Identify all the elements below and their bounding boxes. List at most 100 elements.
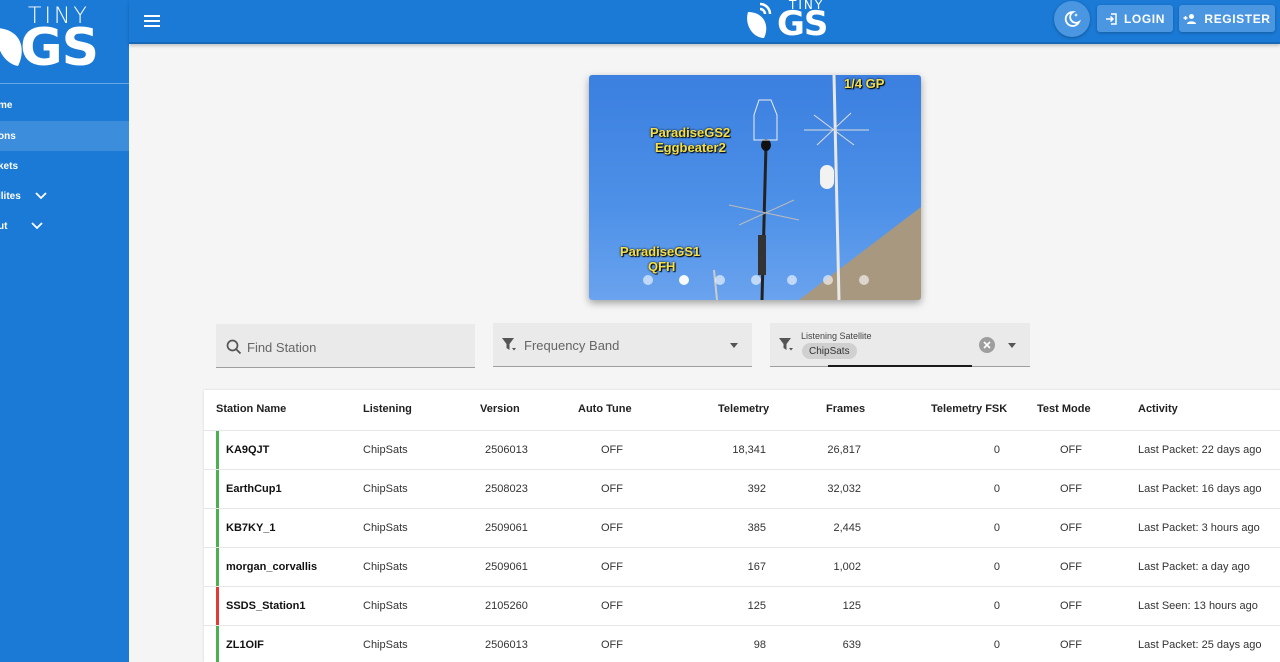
activity-cell: Last Packet: 3 hours ago — [1138, 522, 1260, 534]
search-input[interactable]: Find Station — [216, 324, 475, 368]
add-user-icon — [1183, 13, 1197, 24]
theme-toggle-button[interactable] — [1054, 1, 1090, 37]
status-indicator — [216, 548, 219, 587]
table-row[interactable]: morgan_corvallis ChipSats 2509061 OFF 16… — [204, 547, 1280, 587]
search-icon — [226, 339, 242, 355]
telemetry-fsk-cell: 0 — [993, 639, 1000, 651]
table-row[interactable]: KA9QJT ChipSats 2506013 OFF 18,341 26,81… — [204, 430, 1280, 470]
sidebar-logo[interactable]: TINY GS — [0, 0, 129, 84]
frames-cell: 1,002 — [833, 561, 861, 573]
activity-cell: Last Seen: 13 hours ago — [1138, 600, 1258, 612]
sidebar-item-satellites[interactable]: llites — [0, 181, 129, 211]
test-mode-cell: OFF — [1060, 561, 1082, 573]
column-header-auto-tune[interactable]: Auto Tune — [578, 403, 632, 415]
activity-cell: Last Packet: 25 days ago — [1138, 639, 1262, 651]
station-image-carousel[interactable]: 1/4 GP ParadiseGS2 Eggbeater2 ParadiseGS… — [589, 75, 921, 300]
dropdown-caret-icon[interactable] — [730, 343, 738, 348]
login-label: LOGIN — [1124, 11, 1165, 26]
table-row[interactable]: ZL1OIF ChipSats 2506013 OFF 98 639 0 OFF… — [204, 625, 1280, 662]
station-name[interactable]: EarthCup1 — [226, 483, 282, 495]
station-name[interactable]: SSDS_Station1 — [226, 600, 305, 612]
test-mode-cell: OFF — [1060, 639, 1082, 651]
table-row[interactable]: EarthCup1 ChipSats 2508023 OFF 392 32,03… — [204, 469, 1280, 509]
column-header-frames[interactable]: Frames — [826, 403, 865, 415]
sidebar: TINY GS me ons kets llites ut — [0, 0, 129, 662]
version-cell: 2509061 — [485, 522, 528, 534]
frequency-band-select[interactable]: Frequency Band — [493, 323, 752, 367]
column-header-telemetry[interactable]: Telemetry — [718, 403, 769, 415]
listening-satellite-select[interactable]: Listening Satellite ChipSats — [770, 323, 1030, 367]
sidebar-item-about[interactable]: ut — [0, 211, 129, 241]
test-mode-cell: OFF — [1060, 444, 1082, 456]
carousel-dot[interactable] — [751, 275, 761, 285]
status-indicator — [216, 431, 219, 470]
frequency-band-placeholder: Frequency Band — [524, 338, 620, 353]
frames-cell: 2,445 — [833, 522, 861, 534]
activity-cell: Last Packet: 22 days ago — [1138, 444, 1262, 456]
activity-cell: Last Packet: a day ago — [1138, 561, 1250, 573]
sidebar-item-label: kets — [0, 160, 19, 172]
sidebar-item-stations[interactable]: ons — [0, 121, 129, 151]
telemetry-fsk-cell: 0 — [993, 483, 1000, 495]
listening-cell: ChipSats — [363, 600, 408, 612]
focus-underline — [828, 365, 972, 367]
register-button[interactable]: REGISTER — [1179, 5, 1275, 32]
listening-cell: ChipSats — [363, 561, 408, 573]
column-header-test-mode[interactable]: Test Mode — [1037, 403, 1091, 415]
station-name[interactable]: KA9QJT — [226, 444, 269, 456]
antenna-label: ParadiseGS1 — [620, 244, 701, 259]
station-name[interactable]: morgan_corvallis — [226, 561, 317, 573]
login-button[interactable]: LOGIN — [1097, 5, 1173, 32]
sidebar-item-home[interactable]: me — [0, 90, 129, 120]
night-mode-icon — [1064, 11, 1081, 27]
sidebar-brand-gs: GS — [20, 18, 99, 78]
register-label: REGISTER — [1204, 11, 1271, 26]
listening-cell: ChipSats — [363, 444, 408, 456]
listening-satellite-label: Listening Satellite — [801, 331, 872, 341]
clear-selection-button[interactable] — [979, 337, 995, 353]
column-header-listening[interactable]: Listening — [363, 403, 412, 415]
sidebar-item-label: ut — [0, 220, 8, 232]
column-header-version[interactable]: Version — [480, 403, 520, 415]
version-cell: 2506013 — [485, 639, 528, 651]
carousel-dot[interactable] — [859, 275, 869, 285]
status-indicator — [216, 470, 219, 509]
sidebar-item-label: ons — [0, 130, 16, 142]
column-header-activity[interactable]: Activity — [1138, 403, 1178, 415]
status-indicator — [216, 587, 219, 626]
version-cell: 2506013 — [485, 444, 528, 456]
telemetry-cell: 385 — [747, 522, 766, 534]
auto-tune-cell: OFF — [601, 561, 623, 573]
carousel-dot[interactable] — [787, 275, 797, 285]
antenna-photo — [713, 75, 921, 300]
satellite-dish-icon — [747, 2, 772, 38]
dropdown-caret-icon[interactable] — [1008, 343, 1016, 348]
carousel-dot[interactable] — [715, 275, 725, 285]
sidebar-item-packets[interactable]: kets — [0, 151, 129, 181]
telemetry-cell: 167 — [747, 561, 766, 573]
telemetry-fsk-cell: 0 — [993, 600, 1000, 612]
status-indicator — [216, 509, 219, 548]
chevron-down-icon — [31, 222, 44, 230]
listening-cell: ChipSats — [363, 639, 408, 651]
sidebar-item-label: me — [0, 99, 13, 111]
column-header-station-name[interactable]: Station Name — [216, 403, 286, 415]
satellite-chip[interactable]: ChipSats — [802, 343, 857, 359]
test-mode-cell: OFF — [1060, 483, 1082, 495]
auto-tune-cell: OFF — [601, 600, 623, 612]
table-row[interactable]: SSDS_Station1 ChipSats 2105260 OFF 125 1… — [204, 586, 1280, 626]
station-name[interactable]: ZL1OIF — [226, 639, 264, 651]
telemetry-cell: 392 — [747, 483, 766, 495]
carousel-dot-active[interactable] — [679, 275, 689, 285]
auto-tune-cell: OFF — [601, 639, 623, 651]
carousel-dot[interactable] — [823, 275, 833, 285]
table-row[interactable]: KB7KY_1 ChipSats 2509061 OFF 385 2,445 0… — [204, 508, 1280, 548]
carousel-dot[interactable] — [643, 275, 653, 285]
listening-cell: ChipSats — [363, 483, 408, 495]
column-header-telemetry-fsk[interactable]: Telemetry FSK — [931, 403, 1007, 415]
version-cell: 2509061 — [485, 561, 528, 573]
antenna-label: ParadiseGS2 — [650, 125, 731, 140]
station-name[interactable]: KB7KY_1 — [226, 522, 276, 534]
carousel-dots — [643, 275, 869, 285]
menu-button[interactable] — [141, 10, 163, 32]
